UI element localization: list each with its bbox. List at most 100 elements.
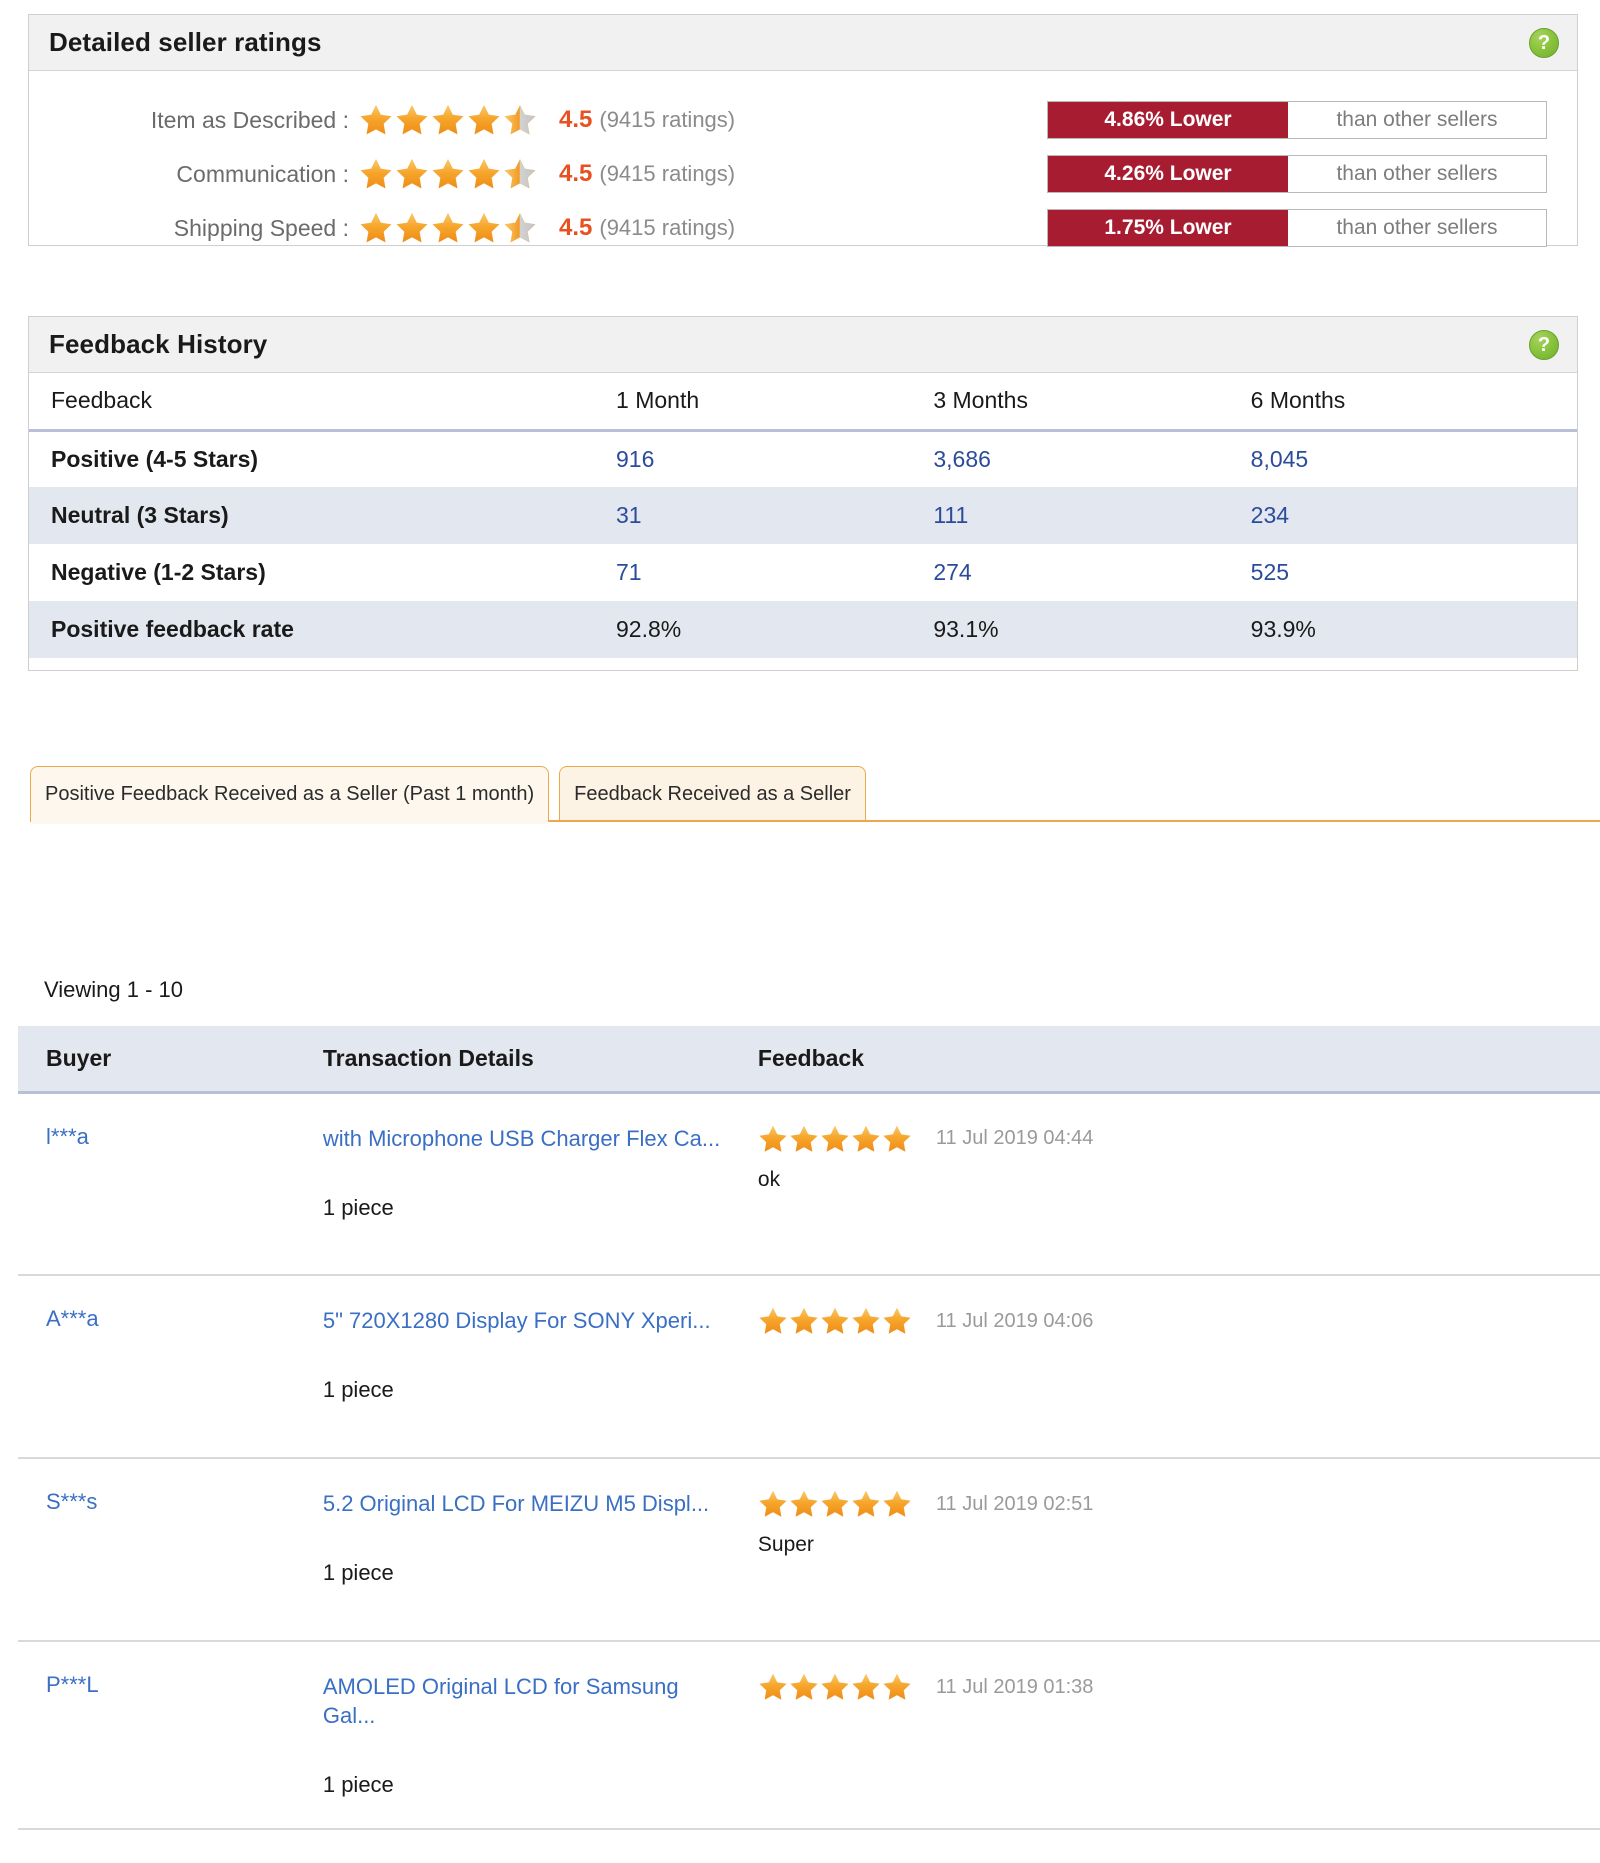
dsr-rating-count: (9415 ratings) (599, 161, 736, 186)
feedback-date: 11 Jul 2019 04:06 (935, 1309, 1094, 1332)
dsr-score: 4.5 (559, 106, 593, 133)
tab-1[interactable]: Positive Feedback Received as a Seller (… (30, 766, 550, 824)
feedback-count-link[interactable]: 8,045 (1229, 430, 1577, 487)
feedback-received-table-wrapper: Buyer Transaction Details Feedback l***a wi… (18, 1026, 1600, 1831)
feedback-count-link[interactable]: 525 (1229, 544, 1577, 601)
table-row: S***s 5.2 Original LCD For MEIZU M5 Displ… (18, 1458, 1600, 1642)
feedback-date: 11 Jul 2019 01:38 (935, 1675, 1094, 1698)
table-row: Positive (4-5 Stars) 916 3,686 8,045 (29, 430, 1577, 487)
star-full-icon (851, 1124, 881, 1154)
feedback-count-link[interactable]: 274 (911, 544, 1228, 601)
feedback-history-header: Feedback History ? (29, 317, 1577, 373)
dsr-comparison-percent: 1.75% Lower (1048, 210, 1288, 246)
table-header-row: Feedback 1 Month 3 Months 6 Months (29, 373, 1577, 432)
dsr-score: 4.5 (559, 160, 593, 187)
detailed-seller-ratings-header: Detailed seller ratings ? (29, 15, 1577, 71)
star-rating (359, 157, 537, 191)
star-full-icon (851, 1672, 881, 1702)
star-full-icon (820, 1489, 850, 1519)
star-rating (359, 211, 537, 245)
column-header: 6 Months (1228, 373, 1577, 432)
dsr-row: Communication : 4.5 (9415 ratings) 4.26%… (29, 147, 1577, 201)
buyer-link[interactable]: l***a (46, 1124, 89, 1149)
star-full-icon (431, 103, 465, 137)
star-full-icon (820, 1124, 850, 1154)
star-full-icon (882, 1306, 912, 1336)
help-question-icon[interactable]: ? (1529, 329, 1559, 360)
feedback-history-table: Feedback 1 Month 3 Months 6 Months Positive… (29, 373, 1577, 658)
column-header: Feedback (29, 373, 595, 432)
transaction-title-link[interactable]: 5.2 Original LCD For MEIZU M5 Displ... (323, 1489, 730, 1518)
feedback-count-link[interactable]: 31 (594, 487, 912, 544)
dsr-comparison-bar: 1.75% Lower than other sellers (1047, 209, 1547, 247)
detailed-seller-ratings-panel: Detailed seller ratings ? Item as Descri… (28, 14, 1578, 247)
buyer-cell: l***a (18, 1092, 295, 1276)
feedback-received-table: Buyer Transaction Details Feedback l***a wi… (18, 1026, 1600, 1831)
column-header: Transaction Details (294, 1026, 730, 1094)
star-full-icon (467, 103, 501, 137)
transaction-title-link[interactable]: AMOLED Original LCD for Samsung Gal... (323, 1672, 730, 1730)
dsr-label: Item as Described : (150, 106, 349, 133)
buyer-link[interactable]: A***a (46, 1306, 99, 1331)
star-full-icon (395, 157, 429, 191)
feedback-count-link[interactable]: 234 (1228, 487, 1577, 544)
star-full-icon (851, 1489, 881, 1519)
feedback-cell: 11 Jul 2019 02:51 Super (729, 1458, 1600, 1642)
star-full-icon (359, 157, 393, 191)
star-full-icon (851, 1306, 881, 1336)
star-full-icon (882, 1124, 912, 1154)
star-full-icon (467, 211, 501, 245)
star-full-icon (467, 157, 501, 191)
feedback-rate-value: 93.9% (1228, 601, 1577, 658)
buyer-link[interactable]: P***L (46, 1672, 99, 1697)
dsr-score: 4.5 (559, 214, 593, 241)
detailed-seller-ratings-body: Item as Described : 4.5 (9415 ratings) 4… (29, 71, 1577, 265)
tab-2[interactable]: Feedback Received as a Seller (559, 766, 866, 822)
feedback-count-link[interactable]: 916 (594, 430, 911, 487)
star-full-icon (395, 103, 429, 137)
feedback-tabs: Positive Feedback Received as a Seller (… (30, 764, 1600, 824)
dsr-label: Communication : (176, 160, 349, 187)
star-full-icon (431, 211, 465, 245)
help-question-icon[interactable]: ? (1529, 27, 1559, 58)
feedback-rating-row: 11 Jul 2019 04:06 (758, 1306, 1600, 1336)
dsr-comparison-text: than other sellers (1288, 156, 1546, 192)
feedback-cell: 11 Jul 2019 01:38 (729, 1641, 1600, 1831)
feedback-type-label: Neutral (3 Stars) (29, 487, 595, 544)
transaction-cell: 5.2 Original LCD For MEIZU M5 Displ... 1 … (294, 1458, 730, 1642)
star-rating (758, 1306, 912, 1336)
feedback-history-panel: Feedback History ? Feedback 1 Month 3 Mont… (28, 316, 1578, 671)
feedback-count-link[interactable]: 3,686 (911, 430, 1228, 487)
dsr-comparison-text: than other sellers (1288, 102, 1546, 138)
transaction-cell: 5" 720X1280 Display For SONY Xperi... 1 p… (294, 1275, 730, 1459)
dsr-comparison-bar: 4.86% Lower than other sellers (1047, 101, 1547, 139)
transaction-title-link[interactable]: 5" 720X1280 Display For SONY Xperi... (323, 1306, 730, 1335)
feedback-type-label: Negative (1-2 Stars) (51, 559, 266, 585)
feedback-count-link[interactable]: 71 (594, 544, 911, 601)
viewing-range-label: Viewing 1 - 10 (44, 977, 184, 1002)
table-header-row: Buyer Transaction Details Feedback (18, 1026, 1600, 1094)
feedback-cell: 11 Jul 2019 04:44 ok (729, 1092, 1600, 1276)
column-header: 1 Month (594, 373, 912, 432)
feedback-rate-value: 93.1% (911, 601, 1229, 658)
star-rating (359, 103, 537, 137)
column-header: 3 Months (911, 373, 1229, 432)
feedback-comment: Super (757, 1533, 814, 1556)
buyer-link[interactable]: S***s (46, 1489, 97, 1514)
transaction-quantity: 1 piece (322, 1560, 394, 1586)
buyer-cell: A***a (18, 1275, 295, 1459)
star-rating (758, 1672, 912, 1702)
transaction-title-link[interactable]: with Microphone USB Charger Flex Ca... (323, 1124, 730, 1153)
star-full-icon (789, 1489, 819, 1519)
feedback-history-title: Feedback History (49, 329, 268, 359)
feedback-count-link[interactable]: 111 (911, 487, 1229, 544)
table-row: l***a with Microphone USB Charger Flex Ca… (18, 1092, 1600, 1276)
table-row: Positive feedback rate 92.8% 93.1% 93.9% (29, 601, 1577, 658)
star-full-icon (395, 211, 429, 245)
star-full-icon (820, 1306, 850, 1336)
page-title: Detailed seller ratings (49, 27, 322, 57)
dsr-row: Shipping Speed : 4.5 (9415 ratings) 1.75… (29, 201, 1577, 255)
star-half-icon (503, 211, 537, 245)
feedback-rate-value: 92.8% (594, 601, 912, 658)
star-full-icon (431, 157, 465, 191)
